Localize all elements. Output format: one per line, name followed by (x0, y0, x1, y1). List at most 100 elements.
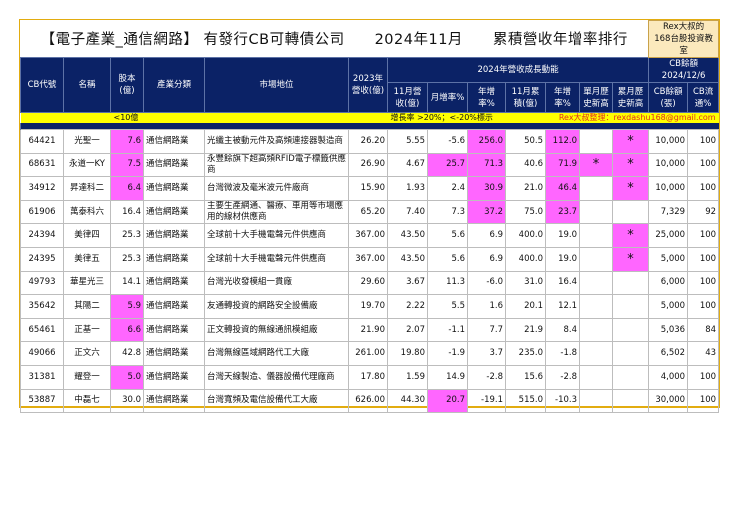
col-nov-cum: 11月累積(億) (505, 82, 546, 113)
cell-cb-code: 35642 (20, 294, 64, 319)
cell-industry: 通信網路業 (143, 388, 205, 414)
cell-nov-cum: 20.1 (505, 294, 546, 319)
cell-rev2023: 17.80 (348, 364, 388, 390)
table-row: 53887 中磊七 30.0 通信網路業 台灣寬頻及電信設備代工大廠 626.00 44.3… (20, 388, 720, 414)
table-row: 24394 美律四 25.3 通信網路業 全球前十大手機電聲元件供應商 367.00 43.… (20, 223, 720, 248)
cell-rev2023: 15.90 (348, 176, 388, 201)
cell-cum-high: * (611, 246, 650, 272)
table-body: 64421 光聖一 7.6 通信網路業 光纖主被動元件及高頻連接器製造商 26.20 5.5… (20, 129, 720, 414)
group-growth: 2024年營收成長動能 (386, 57, 650, 83)
cell-cb-balance: 10,000 (648, 176, 689, 201)
cell-cb-code: 49793 (20, 270, 64, 296)
cell-market: 台灣無線區域網路代工大廠 (204, 341, 349, 366)
cell-mom: 11.3 (427, 270, 468, 296)
cell-name: 正基一 (63, 317, 111, 343)
cell-nov-rev: 43.50 (387, 246, 428, 272)
cell-rev2023: 26.90 (348, 152, 388, 178)
cell-month-high (579, 199, 613, 225)
cell-industry: 通信網路業 (143, 341, 205, 366)
col-cb-code: CB代號 (20, 57, 64, 113)
cell-industry: 通信網路業 (143, 176, 205, 201)
col-capital: 股本(億) (110, 57, 144, 113)
cell-market: 光纖主被動元件及高頻連接器製造商 (204, 129, 349, 154)
cell-capital: 6.4 (110, 176, 144, 201)
cell-nov-rev: 1.93 (387, 176, 428, 201)
cell-cb-balance: 5,000 (648, 294, 689, 319)
table-row: 64421 光聖一 7.6 通信網路業 光纖主被動元件及高頻連接器製造商 26.20 5.5… (20, 129, 720, 154)
cell-cum-high (611, 317, 650, 343)
cell-capital: 7.5 (110, 152, 144, 178)
cell-mom: 2.4 (427, 176, 468, 201)
cell-mom: 5.6 (427, 223, 468, 248)
col-nov-rev: 11月營收(億) (387, 82, 428, 113)
cell-cb-code: 64421 (20, 129, 64, 154)
cell-cb-float: 100 (687, 364, 720, 390)
cell-nov-cum: 50.5 (505, 129, 546, 154)
cell-capital: 5.9 (110, 294, 144, 319)
cell-cum-high (611, 341, 650, 366)
cell-nov-cum: 75.0 (505, 199, 546, 225)
cell-cum-yoy: 23.7 (545, 199, 580, 225)
cell-cb-float: 100 (687, 246, 720, 272)
cell-market: 全球前十大手機電聲元件供應商 (204, 223, 349, 248)
cell-cb-balance: 6,502 (648, 341, 689, 366)
cell-rev2023: 21.90 (348, 317, 388, 343)
table-row: 49793 華星光三 14.1 通信網路業 台灣光收發模組一貫廠 29.60 3.67 11.… (20, 270, 720, 296)
cell-cum-high (611, 199, 650, 225)
table-row: 24395 美律五 25.3 通信網路業 全球前十大手機電聲元件供應商 367.00 43.… (20, 246, 720, 272)
cell-capital: 6.6 (110, 317, 144, 343)
cell-month-high (579, 129, 613, 154)
cell-nov-cum: 400.0 (505, 246, 546, 272)
cell-nov-cum: 21.0 (505, 176, 546, 201)
cell-month-high (579, 270, 613, 296)
cell-nov-cum: 31.0 (505, 270, 546, 296)
cell-capital: 14.1 (110, 270, 144, 296)
cell-name: 美律四 (63, 223, 111, 248)
cell-market: 台灣光收發模組一貫廠 (204, 270, 349, 296)
cell-cb-float: 100 (687, 152, 720, 178)
group-cb: CB餘額 2024/12/6 (648, 57, 720, 83)
cell-name: 耀登一 (63, 364, 111, 390)
cell-cb-balance: 7,329 (648, 199, 689, 225)
cell-yoy: 3.7 (467, 341, 506, 366)
cell-rev2023: 367.00 (348, 223, 388, 248)
cell-cb-code: 49066 (20, 341, 64, 366)
cell-cb-float: 100 (687, 388, 720, 414)
cell-name: 華星光三 (63, 270, 111, 296)
cell-cb-code: 24395 (20, 246, 64, 272)
cell-market: 友通轉投資的網路安全設備廠 (204, 294, 349, 319)
note-spacer (20, 112, 111, 123)
cell-yoy: 71.3 (467, 152, 506, 178)
cell-cum-yoy: 19.0 (545, 223, 580, 248)
cell-nov-rev: 2.07 (387, 317, 428, 343)
cell-nov-rev: 4.67 (387, 152, 428, 178)
col-cb-balance: CB餘額(張) (648, 82, 689, 113)
cell-cum-yoy: 112.0 (545, 129, 580, 154)
cell-yoy: 37.2 (467, 199, 506, 225)
col-industry: 產業分類 (143, 57, 205, 113)
cell-cb-balance: 10,000 (648, 129, 689, 154)
cell-month-high (579, 176, 613, 201)
cell-cum-high: * (611, 176, 650, 201)
cell-industry: 通信網路業 (143, 199, 205, 225)
cell-rev2023: 26.20 (348, 129, 388, 154)
cell-cb-balance: 30,000 (648, 388, 689, 414)
cell-rev2023: 19.70 (348, 294, 388, 319)
table-row: 61906 萬泰科六 16.4 通信網路業 主要生產網通、醫療、車用等市場應用的線材供應… (20, 199, 720, 225)
cell-cb-code: 65461 (20, 317, 64, 343)
cell-rev2023: 261.00 (348, 341, 388, 366)
cell-month-high (579, 223, 613, 248)
cell-cb-float: 100 (687, 270, 720, 296)
cell-cb-balance: 5,000 (648, 246, 689, 272)
cell-cb-float: 100 (687, 176, 720, 201)
cell-name: 昇達科二 (63, 176, 111, 201)
cell-nov-cum: 15.6 (505, 364, 546, 390)
cell-cb-code: 24394 (20, 223, 64, 248)
cell-cum-yoy: -2.8 (545, 364, 580, 390)
col-yoy: 年增率% (467, 82, 506, 113)
cell-cb-float: 92 (687, 199, 720, 225)
cell-cb-code: 34912 (20, 176, 64, 201)
cell-yoy: 7.7 (467, 317, 506, 343)
cell-capital: 7.6 (110, 129, 144, 154)
cell-name: 永道一KY (63, 152, 111, 178)
